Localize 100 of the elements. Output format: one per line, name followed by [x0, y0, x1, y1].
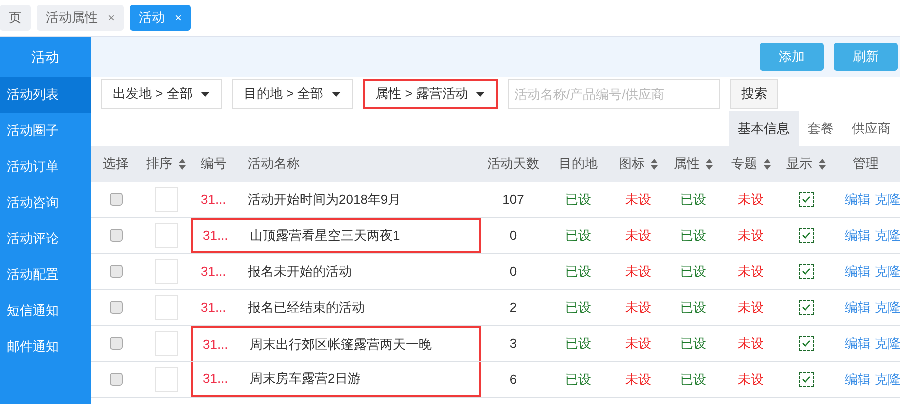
- row-link[interactable]: 编辑: [845, 190, 871, 210]
- row-link[interactable]: 编辑: [845, 226, 871, 246]
- row-link[interactable]: 编辑: [845, 298, 871, 318]
- sort-icon[interactable]: [818, 158, 826, 170]
- action-button[interactable]: 刷新: [834, 43, 898, 71]
- status-text: 未设: [738, 370, 764, 389]
- view-tab[interactable]: 基本信息: [729, 111, 799, 146]
- sidebar-item[interactable]: 活动圈子: [0, 113, 91, 149]
- status-text: 未设: [738, 190, 764, 209]
- column-header: 图标: [619, 155, 645, 174]
- status-text: 已设: [566, 262, 592, 281]
- row-checkbox[interactable]: [110, 337, 122, 350]
- caret-icon: [200, 92, 210, 96]
- activity-code: 31...: [200, 262, 228, 281]
- sort-icon[interactable]: [178, 158, 186, 170]
- status-text: 未设: [626, 226, 652, 245]
- close-icon[interactable]: ×: [108, 9, 116, 27]
- visible-checkbox[interactable]: [798, 192, 814, 207]
- sort-icon[interactable]: [651, 158, 658, 170]
- activity-name: 周末房车露营2日游: [249, 370, 362, 388]
- visible-checkbox[interactable]: [798, 300, 814, 315]
- row-link[interactable]: 克隆: [875, 334, 900, 354]
- sidebar-item[interactable]: 活动列表: [0, 77, 91, 113]
- view-tab[interactable]: 套餐: [799, 111, 843, 146]
- column-header: 管理: [853, 155, 879, 174]
- search-button[interactable]: 搜索: [730, 79, 778, 109]
- column-header: 编号: [201, 155, 227, 174]
- sort-icon[interactable]: [706, 158, 713, 170]
- status-text: 未设: [626, 190, 652, 209]
- close-icon[interactable]: ×: [175, 9, 182, 27]
- sidebar-item[interactable]: 活动订单: [0, 149, 91, 185]
- sort-order-field[interactable]: [154, 223, 178, 248]
- action-button[interactable]: 添加: [760, 43, 824, 71]
- sidebar-item[interactable]: 短信通知: [0, 293, 91, 329]
- visible-checkbox[interactable]: [798, 228, 814, 243]
- sidebar-item[interactable]: 邮件通知: [0, 329, 91, 365]
- sort-order-field[interactable]: [154, 295, 178, 320]
- check-icon: [802, 340, 810, 347]
- status-text: 已设: [680, 262, 706, 281]
- row-link[interactable]: 编辑: [845, 262, 871, 282]
- status-text: 未设: [738, 226, 764, 245]
- activity-name: 周末出行郊区帐篷露营两天一晚: [249, 336, 432, 354]
- status-text: 未设: [738, 298, 764, 317]
- filter-dropdown[interactable]: 出发地 > 全部: [101, 79, 222, 109]
- sort-order-field[interactable]: [154, 367, 178, 392]
- days-cell-text: 0: [510, 226, 518, 245]
- column-header: 排序: [146, 155, 172, 174]
- column-header: 显示: [786, 155, 812, 174]
- sidebar-item[interactable]: 活动配置: [0, 257, 91, 293]
- activity-code: 31...: [202, 226, 230, 245]
- row-checkbox[interactable]: [110, 373, 122, 386]
- row-checkbox[interactable]: [110, 193, 122, 206]
- sort-order-field[interactable]: [154, 259, 178, 284]
- row-checkbox[interactable]: [110, 301, 122, 314]
- search-field[interactable]: 活动名称/产品编号/供应商: [508, 79, 720, 109]
- status-text: 已设: [680, 334, 706, 353]
- row-link[interactable]: 编辑: [845, 334, 871, 354]
- row-link[interactable]: 克隆: [875, 370, 900, 390]
- caret-icon: [332, 92, 341, 96]
- visible-checkbox[interactable]: [798, 264, 814, 279]
- row-link[interactable]: 克隆: [875, 226, 900, 246]
- column-header: 活动名称: [248, 155, 300, 174]
- status-text: 已设: [566, 334, 592, 353]
- days-cell-text: 107: [502, 190, 524, 209]
- filter-dropdown[interactable]: 目的地 > 全部: [232, 79, 353, 109]
- row-link[interactable]: 编辑: [845, 370, 871, 390]
- column-header: 专题: [732, 155, 758, 174]
- tab[interactable]: 活动 ×: [130, 5, 192, 31]
- filter-dropdown[interactable]: 属性 > 露营活动: [362, 79, 498, 109]
- activity-name: 报名未开始的活动: [247, 262, 352, 281]
- row-checkbox[interactable]: [110, 229, 122, 242]
- visible-checkbox[interactable]: [798, 336, 814, 351]
- column-header: 属性: [674, 155, 700, 174]
- caret-icon: [476, 92, 486, 96]
- activity-code: 31...: [200, 190, 228, 209]
- sort-order-field[interactable]: [154, 331, 178, 356]
- status-text: 已设: [680, 370, 706, 389]
- check-icon: [802, 196, 810, 203]
- status-text: 未设: [626, 298, 652, 317]
- row-link[interactable]: 克隆: [875, 298, 900, 318]
- row-link[interactable]: 克隆: [875, 262, 900, 282]
- row-link[interactable]: 克隆: [875, 190, 900, 210]
- check-icon: [802, 304, 810, 311]
- row-checkbox[interactable]: [110, 265, 122, 278]
- tab[interactable]: 活动属性 ×: [37, 5, 124, 31]
- sidebar-item[interactable]: 活动评论: [0, 221, 91, 257]
- column-header: 目的地: [559, 155, 598, 174]
- activity-name: 山顶露营看星空三天两夜1: [249, 226, 400, 245]
- days-cell-text: 6: [510, 370, 518, 389]
- sidebar-item[interactable]: 活动咨询: [0, 185, 91, 221]
- visible-checkbox[interactable]: [798, 372, 814, 387]
- check-icon: [802, 232, 810, 239]
- view-tab[interactable]: 供应商: [843, 111, 900, 146]
- column-header: 选择: [103, 155, 129, 174]
- status-text: 已设: [566, 370, 592, 389]
- status-text: 未设: [626, 262, 652, 281]
- check-icon: [802, 376, 810, 383]
- sort-icon[interactable]: [764, 158, 770, 170]
- tab[interactable]: 页: [0, 5, 31, 31]
- sort-order-field[interactable]: [154, 187, 178, 212]
